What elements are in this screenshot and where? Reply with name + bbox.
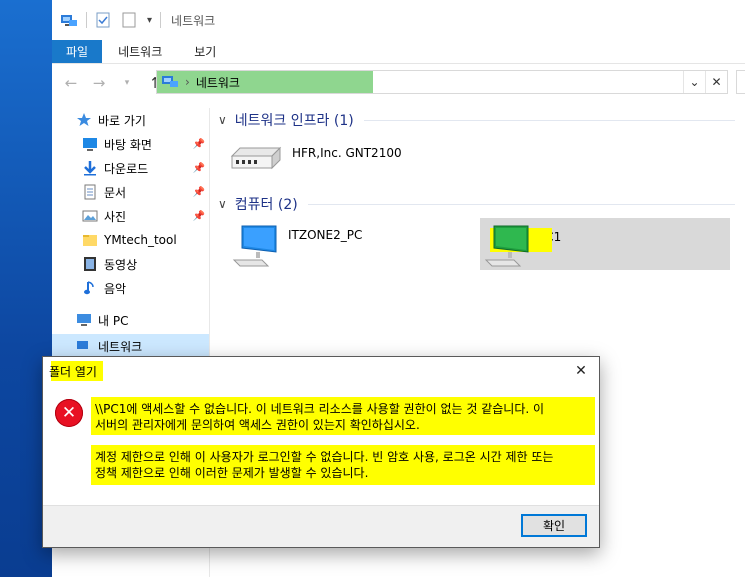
desktop-icon: [82, 136, 98, 152]
window-title: 네트워크: [171, 13, 216, 28]
video-icon: [82, 256, 98, 272]
pin-icon[interactable]: 📌: [193, 139, 205, 150]
sidebar-item-label: 바로 가기: [98, 113, 146, 128]
customize-quick-access-icon[interactable]: ▾: [147, 15, 152, 26]
open-folder-dialog: 폴더 열기 ✕ ✕ \\PC1에 액세스할 수 없습니다. 이 네트워크 리소스…: [42, 356, 600, 548]
new-folder-icon[interactable]: [121, 12, 139, 28]
sidebar-item-documents[interactable]: 문서 📌: [52, 180, 209, 204]
computer-icon: [484, 222, 552, 271]
music-icon: [82, 280, 98, 296]
list-item-pc1[interactable]: PC1: [480, 218, 730, 270]
breadcrumb-network[interactable]: 네트워크: [196, 74, 240, 91]
sidebar-item-label: 사진: [104, 209, 127, 224]
pin-icon[interactable]: 📌: [193, 211, 205, 222]
message-line: 계정 제한으로 인해 이 사용자가 로그인할 수 없습니다. 빈 암호 사용, …: [95, 450, 554, 464]
item-name: HFR,Inc. GNT2100: [292, 146, 402, 160]
properties-icon[interactable]: [95, 12, 113, 28]
divider: [363, 119, 735, 121]
sidebar-item-label: 문서: [104, 185, 127, 200]
item-name: ITZONE2_PC: [288, 228, 363, 242]
folder-icon: [82, 232, 98, 248]
sidebar-item-ymtech-tool[interactable]: YMtech_tool: [52, 228, 209, 252]
group-header-infrastructure[interactable]: ∨ 네트워크 인프라 (1): [212, 106, 745, 134]
network-icon: [60, 12, 78, 28]
list-item-itzone2-pc[interactable]: ITZONE2_PC: [232, 222, 362, 271]
sidebar-item-label: 네트워크: [98, 339, 143, 354]
message-line: 정책 제한으로 인해 이러한 문제가 발생할 수 있습니다.: [95, 466, 369, 480]
star-icon: [76, 112, 92, 128]
divider: [307, 203, 735, 205]
sidebar-item-downloads[interactable]: 다운로드 📌: [52, 156, 209, 180]
sidebar-item-label: 바탕 화면: [104, 137, 152, 152]
message-line: 서버의 관리자에게 문의하여 액세스 권한이 있는지 확인하십시오.: [95, 418, 420, 432]
title-bar: ▾ 네트워크: [52, 0, 745, 40]
back-arrow-icon[interactable]: ←: [60, 72, 82, 94]
dialog-title-bar: 폴더 열기 ✕: [43, 357, 599, 385]
router-icon: [228, 140, 284, 179]
tab-network[interactable]: 네트워크: [102, 40, 178, 63]
dialog-footer: 확인: [43, 505, 599, 547]
computer-icon: [76, 312, 92, 328]
dialog-body: ✕ \\PC1에 액세스할 수 없습니다. 이 네트워크 리소스를 사용할 권한…: [43, 385, 599, 507]
sidebar-item-label: 다운로드: [104, 161, 149, 176]
recent-locations-icon[interactable]: ▾: [116, 72, 138, 94]
chevron-down-icon[interactable]: ∨: [218, 197, 227, 211]
list-item-router[interactable]: HFR,Inc. GNT2100: [228, 140, 402, 179]
sidebar-item-label: 내 PC: [98, 313, 129, 328]
tab-file[interactable]: 파일: [52, 40, 103, 63]
breadcrumb-chevron-icon[interactable]: ›: [185, 75, 190, 89]
computer-icon: [232, 222, 280, 271]
pin-icon[interactable]: 📌: [193, 187, 205, 198]
error-icon: ✕: [55, 399, 83, 427]
group-header-label: 네트워크 인프라 (1): [234, 113, 354, 129]
address-bar[interactable]: › 네트워크 ⌄ ✕: [156, 70, 728, 94]
close-icon[interactable]: ✕: [571, 361, 591, 381]
ribbon-tabs: 파일 네트워크 보기: [52, 40, 745, 64]
dialog-title: 폴더 열기: [49, 364, 97, 379]
sidebar-item-label: 음악: [104, 281, 127, 296]
ok-button[interactable]: 확인: [521, 514, 587, 537]
sidebar-item-pictures[interactable]: 사진 📌: [52, 204, 209, 228]
sidebar-item-label: 동영상: [104, 257, 138, 272]
group-header-computers[interactable]: ∨ 컴퓨터 (2): [212, 190, 745, 218]
separator: [86, 12, 87, 28]
network-icon: [161, 73, 179, 92]
error-message: \\PC1에 액세스할 수 없습니다. 이 네트워크 리소스를 사용할 권한이 …: [91, 397, 595, 485]
chevron-down-icon[interactable]: ⌄: [683, 71, 705, 93]
tab-view[interactable]: 보기: [178, 40, 232, 63]
document-icon: [82, 184, 98, 200]
separator: [160, 12, 162, 28]
chevron-down-icon[interactable]: ∨: [218, 113, 227, 127]
pin-icon[interactable]: 📌: [193, 163, 205, 174]
picture-icon: [82, 208, 98, 224]
sidebar-item-videos[interactable]: 동영상: [52, 252, 209, 276]
group-header-label: 컴퓨터 (2): [234, 197, 298, 213]
search-input[interactable]: [736, 70, 745, 94]
network-icon: [76, 338, 92, 354]
download-icon: [82, 160, 98, 176]
close-icon[interactable]: ✕: [705, 71, 727, 93]
sidebar-item-label: YMtech_tool: [104, 233, 177, 247]
forward-arrow-icon[interactable]: →: [88, 72, 110, 94]
sidebar-item-desktop[interactable]: 바탕 화면 📌: [52, 132, 209, 156]
sidebar-item-network[interactable]: 네트워크: [52, 334, 209, 358]
sidebar-item-music[interactable]: 음악: [52, 276, 209, 300]
sidebar-item-this-pc[interactable]: 내 PC: [52, 308, 209, 332]
message-line: \\PC1에 액세스할 수 없습니다. 이 네트워크 리소스를 사용할 권한이 …: [95, 402, 545, 416]
sidebar-item-quick-access[interactable]: 바로 가기: [52, 108, 209, 132]
